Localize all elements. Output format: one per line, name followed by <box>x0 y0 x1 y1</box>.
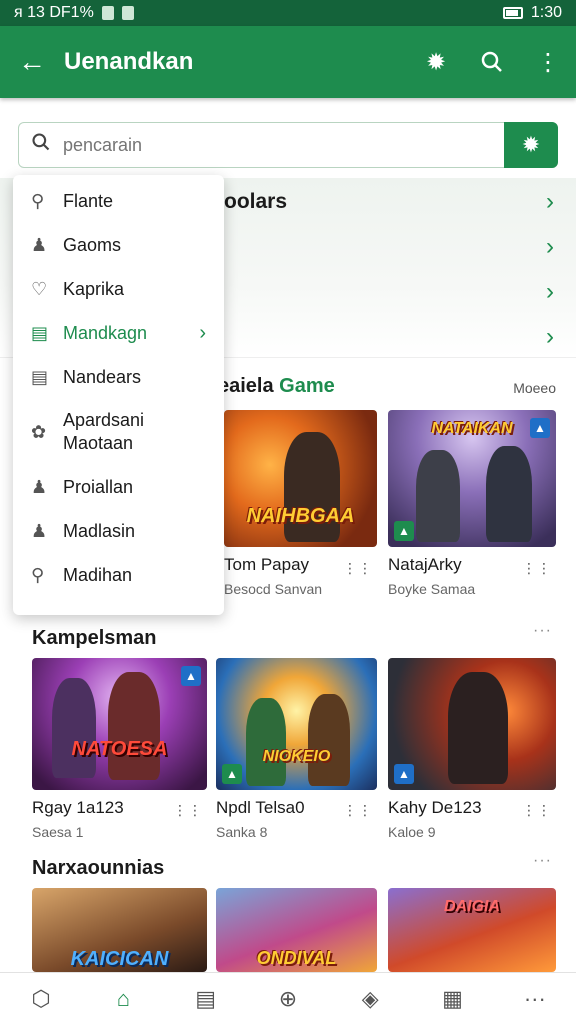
game-card[interactable]: NATAIKAN ▲ ▲ NatajArky ⋮⋮ Boyke Samaa <box>388 410 556 597</box>
game-card[interactable]: NAIHBGAA Tom Papay ⋮⋮ Besocd Sanvan <box>224 410 377 597</box>
platform-badge-icon: ▲ <box>394 764 414 784</box>
game-subtitle: Sanka 8 <box>216 824 268 840</box>
game-card[interactable]: ▲ Kahy De123 ⋮⋮ Kaloe 9 <box>388 658 556 840</box>
back-arrow-icon[interactable]: ← <box>0 26 64 98</box>
menu-item[interactable]: ♟ Proiallan <box>13 465 224 509</box>
section-title: eaiela Game <box>218 375 335 397</box>
game-thumbnail: ONDIVAL <box>216 888 377 972</box>
settings-gear-icon[interactable]: ✹ <box>408 26 464 98</box>
game-thumbnail: NATAIKAN ▲ ▲ <box>388 410 556 547</box>
chevron-right-icon[interactable]: › <box>546 233 554 261</box>
search-icon: ⚲ <box>31 564 45 585</box>
promo-title: oolars <box>224 190 288 213</box>
bottom-navigation: ⬡ ⌂ ▤ ⊕ ◈ ▦ ··· <box>0 972 576 1024</box>
game-subtitle: Besocd Sanvan <box>224 581 323 597</box>
search-icon[interactable] <box>464 26 520 98</box>
user-icon: ♟ <box>31 234 48 255</box>
menu-item[interactable]: ♟ Gaoms <box>13 223 224 267</box>
page-title: Uenandkan <box>64 48 194 75</box>
search-icon <box>19 132 63 158</box>
list-icon: ▤ <box>31 322 49 343</box>
chevron-right-icon[interactable]: › <box>546 323 554 351</box>
card-menu-icon[interactable]: ⋮⋮ <box>343 802 373 819</box>
menu-item[interactable]: ♡ Kaprika <box>13 267 224 311</box>
home-icon[interactable]: ⌂ <box>98 986 148 1012</box>
more-link[interactable]: Moeeo <box>513 380 556 396</box>
filter-settings-button[interactable]: ✹ <box>504 122 558 168</box>
section-title: Narxaounnias <box>32 857 165 879</box>
card-menu-icon[interactable]: ⋮⋮ <box>173 802 203 819</box>
game-thumbnail: KAICICAN <box>32 888 207 972</box>
game-card[interactable]: NATOESA ▲ Rgay 1a123 ⋮⋮ Saesa 1 <box>32 658 207 840</box>
platform-badge-icon: ▲ <box>530 418 550 438</box>
game-card[interactable]: KAICICAN <box>32 888 207 972</box>
game-subtitle: Boyke Samaa <box>388 581 476 597</box>
app-notification-icon <box>121 6 134 20</box>
menu-item-active[interactable]: ▤ Mandkagn › <box>13 311 224 355</box>
platform-badge-icon: ▲ <box>222 764 242 784</box>
status-time: 1:30 <box>530 4 562 21</box>
game-subtitle: Saesa 1 <box>32 824 84 840</box>
game-thumbnail: NIOKEIO ▲ <box>216 658 377 790</box>
game-card[interactable]: DAIGIA <box>388 888 556 972</box>
more-icon[interactable]: ··· <box>510 986 560 1012</box>
chevron-right-icon: › <box>199 321 206 344</box>
chevron-right-icon[interactable]: › <box>546 278 554 306</box>
grid-icon[interactable]: ▦ <box>428 986 478 1012</box>
game-card[interactable]: NIOKEIO ▲ Npdl Telsa0 ⋮⋮ Sanka 8 <box>216 658 377 840</box>
battery-icon <box>502 7 523 19</box>
status-text: ᴙ 13 DF1% <box>14 4 94 21</box>
card-menu-icon[interactable]: ⋮⋮ <box>522 802 552 819</box>
app-bar: ← Uenandkan ✹ ⋮ <box>0 26 576 98</box>
menu-item[interactable]: ▤ Nandears <box>13 355 224 399</box>
game-thumbnail: NATOESA ▲ <box>32 658 207 790</box>
category-dropdown-menu: ⚲ Flante ♟ Gaoms ♡ Kaprika ▤ Mandkagn › … <box>13 175 224 615</box>
overflow-menu-icon[interactable]: ⋮ <box>520 26 576 98</box>
document-icon: ▤ <box>31 366 49 387</box>
card-menu-icon[interactable]: ⋮⋮ <box>522 560 552 577</box>
game-thumbnail: DAIGIA <box>388 888 556 972</box>
library-icon[interactable]: ▤ <box>181 986 231 1012</box>
menu-item[interactable]: ♟ Madlasin <box>13 509 224 553</box>
menu-item[interactable]: ⚲ Madihan <box>13 553 224 597</box>
game-thumbnail: NAIHBGAA <box>224 410 377 547</box>
platform-badge-icon: ▲ <box>394 521 414 541</box>
section-more-icon[interactable]: ··· <box>533 852 552 870</box>
game-subtitle: Kaloe 9 <box>388 824 436 840</box>
game-card[interactable]: ONDIVAL <box>216 888 377 972</box>
status-bar: ᴙ 13 DF1% 1:30 <box>0 0 576 26</box>
chevron-right-icon[interactable]: › <box>546 188 554 216</box>
game-thumbnail: ▲ <box>388 658 556 790</box>
tag-icon[interactable]: ◈ <box>345 986 395 1012</box>
puzzle-icon: ✿ <box>31 421 47 442</box>
search-input[interactable] <box>63 134 504 156</box>
search-bar: ✹ <box>18 122 558 168</box>
platform-badge-icon: ▲ <box>181 666 201 686</box>
user-icon: ♟ <box>31 476 48 497</box>
download-icon[interactable]: ⊕ <box>263 986 313 1012</box>
notification-icon <box>101 6 114 20</box>
heart-icon: ♡ <box>31 278 48 299</box>
section-title: Kampelsman <box>32 627 157 649</box>
menu-item[interactable]: ⚲ Flante <box>13 179 224 223</box>
box-icon[interactable]: ⬡ <box>16 986 66 1012</box>
user-icon: ♟ <box>31 520 48 541</box>
section-more-icon[interactable]: ··· <box>533 622 552 640</box>
card-menu-icon[interactable]: ⋮⋮ <box>343 560 373 577</box>
menu-item[interactable]: ✿ Apardsani Maotaan <box>13 399 224 465</box>
search-icon: ⚲ <box>31 190 45 211</box>
